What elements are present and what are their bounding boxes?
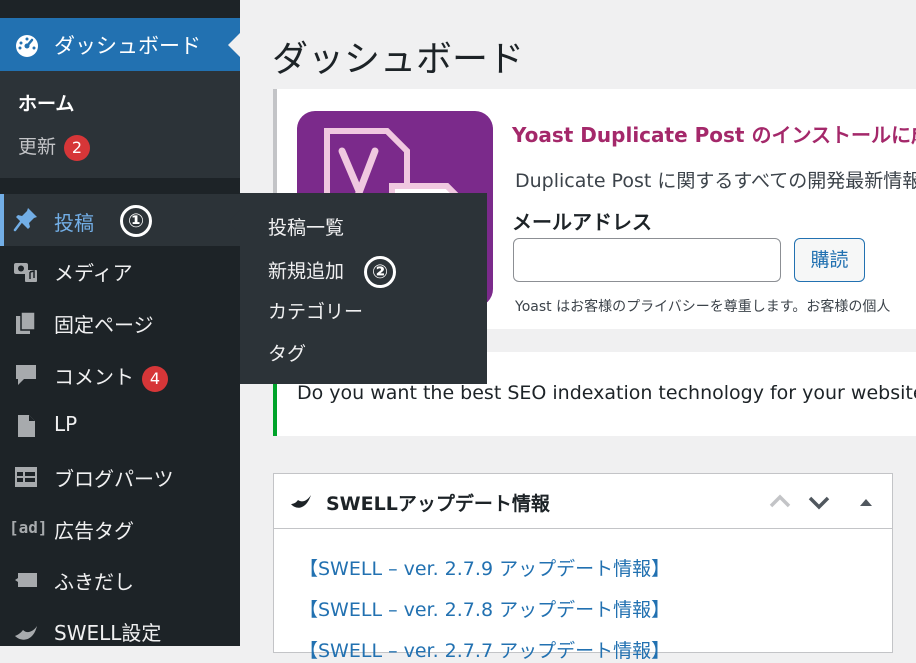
submenu-update[interactable]: 更新 2 <box>18 132 91 161</box>
sidebar-item-label: SWELL設定 <box>54 621 162 645</box>
sidebar-item-ad-tags[interactable]: [ad] 広告タグ <box>0 507 240 551</box>
document-icon <box>18 415 35 437</box>
submenu-home[interactable]: ホーム <box>18 89 74 116</box>
dashboard-submenu: ホーム 更新 2 <box>0 71 240 178</box>
update-link[interactable]: 【SWELL – ver. 2.7.7 アップデート情報】 <box>299 636 670 663</box>
update-count-badge: 2 <box>64 134 91 161</box>
annotation-marker-1: ① <box>120 205 152 237</box>
sidebar-item-label: ブログパーツ <box>54 467 174 491</box>
yoast-heading: Yoast Duplicate Post のインストールに成功 <box>512 123 916 147</box>
email-label: メールアドレス <box>512 210 652 234</box>
sidebar-item-label: ふきだし <box>54 570 134 594</box>
sidebar-item-pages[interactable]: 固定ページ <box>0 301 240 345</box>
swell-icon <box>291 495 311 508</box>
posts-flyout-menu: 投稿一覧 新規追加 ② カテゴリー タグ <box>228 193 487 384</box>
current-menu-arrow <box>228 33 240 57</box>
sidebar-item-posts[interactable]: 投稿 ① <box>0 194 240 246</box>
layout-icon <box>15 467 37 487</box>
comments-label: コメント <box>54 365 134 389</box>
sidebar-item-speech-bubbles[interactable]: ふきだし <box>0 558 240 602</box>
sidebar-item-media[interactable]: メディア <box>0 249 240 293</box>
flyout-item-label: 新規追加 <box>268 260 345 283</box>
move-down-icon[interactable] <box>805 488 833 516</box>
comment-icon <box>16 365 36 385</box>
sidebar-item-label: 広告タグ <box>54 519 134 543</box>
flyout-item-add-new[interactable]: 新規追加 ② <box>268 256 397 288</box>
flyout-item-all-posts[interactable]: 投稿一覧 <box>268 213 344 240</box>
media-icon <box>14 263 37 282</box>
annotation-marker-2: ② <box>364 256 397 288</box>
sidebar-item-lp[interactable]: LP <box>0 404 240 448</box>
sidebar-item-blog-parts[interactable]: ブログパーツ <box>0 455 240 499</box>
privacy-note: Yoast はお客様のプライバシーを尊重します。お客様の個人 <box>515 299 891 315</box>
flyout-item-tags[interactable]: タグ <box>268 339 306 366</box>
sidebar-item-swell-settings[interactable]: SWELL設定 <box>0 609 240 653</box>
collapse-toggle-icon[interactable] <box>852 488 880 516</box>
subscribe-button[interactable]: 購読 <box>794 238 865 282</box>
submenu-update-label: 更新 <box>18 136 57 158</box>
pages-icon <box>16 311 36 334</box>
swell-icon <box>15 626 37 640</box>
yoast-description: Duplicate Post に関するすべての開発最新情報 <box>515 170 916 192</box>
flyout-notch <box>228 210 240 234</box>
sidebar-item-label: 固定ページ <box>54 313 154 337</box>
admin-sidebar: ダッシュボード ホーム 更新 2 投稿 ① メディア 固定ページ コメント 4 … <box>0 0 240 646</box>
sidebar-item-label: メディア <box>54 261 133 285</box>
pin-icon <box>13 208 37 232</box>
move-up-icon[interactable] <box>766 488 794 516</box>
widget-title: SWELLアップデート情報 <box>326 493 550 515</box>
update-link[interactable]: 【SWELL – ver. 2.7.8 アップデート情報】 <box>299 595 670 622</box>
ad-icon: [ad] <box>9 518 48 537</box>
update-link[interactable]: 【SWELL – ver. 2.7.9 アップデート情報】 <box>299 554 670 581</box>
sidebar-item-comments[interactable]: コメント 4 <box>0 353 240 397</box>
comment-count-badge: 4 <box>142 365 168 392</box>
widget-header: SWELLアップデート情報 <box>274 474 892 529</box>
speech-bubble-icon <box>15 573 37 587</box>
flyout-item-categories[interactable]: カテゴリー <box>268 297 363 324</box>
sidebar-item-label: ダッシュボード <box>54 34 201 58</box>
swell-updates-widget: SWELLアップデート情報 【SWELL – ver. 2.7.9 アップデート… <box>273 473 893 662</box>
sidebar-item-label: 投稿 <box>54 211 94 235</box>
active-indicator <box>0 194 4 246</box>
sidebar-item-label: コメント 4 <box>54 361 168 392</box>
page-title: ダッシュボード <box>272 39 525 80</box>
email-field[interactable] <box>513 238 781 282</box>
dashboard-icon <box>16 35 38 57</box>
sidebar-item-dashboard[interactable]: ダッシュボード <box>0 18 240 71</box>
seo-notice-text: Do you want the best SEO indexation tech… <box>297 382 916 404</box>
sidebar-item-label: LP <box>54 412 78 436</box>
